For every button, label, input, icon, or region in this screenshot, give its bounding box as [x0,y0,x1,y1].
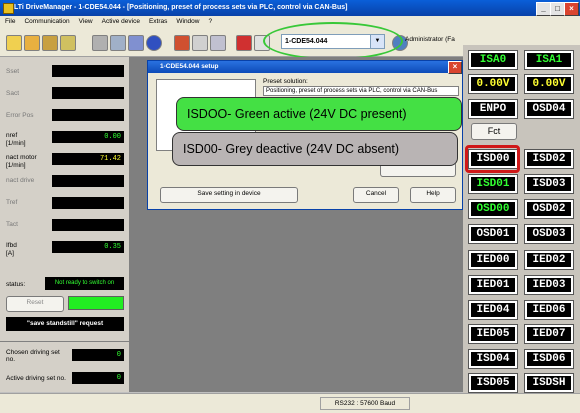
new-icon[interactable] [6,35,22,51]
nact-motor-unit: [1/min] [6,162,26,169]
io-ied01: IED01 [468,275,518,295]
minimize-button[interactable]: _ [536,2,551,16]
save-icon[interactable] [42,35,58,51]
drive-icon[interactable] [174,35,190,51]
io-isa0-voltage: 0.00V [468,74,518,94]
print-icon[interactable] [92,35,108,51]
preset-label: Preset solution: [263,78,308,85]
io-ied00: IED00 [468,250,518,270]
status-label: status: [6,281,26,288]
io-isd05: ISD05 [468,373,518,393]
error-pos-label: Error Pos [6,112,34,119]
window-title: LTi DriveManager - 1-CDE54.044 - [Positi… [14,4,348,11]
io-isdsh: ISDSH [524,373,574,393]
sact-value [52,87,124,99]
help-button[interactable]: Help [410,187,456,203]
scope-icon[interactable] [128,35,144,51]
close-button[interactable]: × [564,2,579,16]
ifbd-unit: [A] [6,250,14,257]
io-osd01: OSD01 [468,224,518,244]
cancel-button[interactable]: Cancel [353,187,399,203]
list-icon[interactable] [110,35,126,51]
io-osd00: OSD00 [468,199,518,219]
reset-button[interactable]: Reset [6,296,64,312]
open-icon[interactable] [24,35,40,51]
circle-icon[interactable] [146,35,162,51]
io-ied06: IED06 [524,300,574,320]
io-isd04: ISD04 [468,349,518,369]
nref-unit: [1/min] [6,140,26,147]
io-isa0: ISA0 [468,50,518,70]
io-isd02: ISD02 [524,149,574,169]
standstill-request: "save standstill" request [6,317,124,331]
io-osd03: OSD03 [524,224,574,244]
active-set-value: 0 [72,372,124,384]
tact-value [52,219,124,231]
menu-help[interactable]: ? [203,16,216,25]
connect-icon[interactable] [236,35,252,51]
ifbd-label: Ifbd [6,242,17,249]
menu-file[interactable]: File [0,16,19,25]
tref-label: Tref [6,199,18,206]
device-icon[interactable] [60,35,76,51]
tact-label: Tact [6,221,18,228]
io-osd04: OSD04 [524,99,574,119]
io-panel: ISA0 ISA1 0.00V 0.00V ENPO OSD04 Fct ISD… [463,45,580,393]
io-ied05: IED05 [468,324,518,344]
io-isa1-voltage: 0.00V [524,74,574,94]
io-osd02: OSD02 [524,199,574,219]
nact-drive-value [52,175,124,187]
menu-extras[interactable]: Extras [144,16,171,25]
sact-label: Sact [6,90,20,97]
status-value: Not ready to switch on [45,277,124,290]
chosen-set-value: 0 [72,349,124,361]
highlight-circle [263,22,403,60]
preset-value: Positioning, preset of process sets via … [263,86,459,96]
io-ied04: IED04 [468,300,518,320]
title-bar: LTi DriveManager - 1-CDE54.044 - [Positi… [0,0,580,16]
io-ied03: IED03 [524,275,574,295]
active-set-label: Active driving set no. [6,375,66,382]
nref-value: 0.00 [52,131,124,143]
maximize-button[interactable]: □ [550,2,565,16]
reset-indicator [68,296,124,310]
green-callout: ISDOO- Green active (24V DC present) [176,97,462,131]
dialog-close-button[interactable]: × [448,61,462,74]
error-pos-value [52,109,124,121]
menu-window[interactable]: Window [171,16,203,25]
user-label: Administrator (Fa [405,36,455,43]
tref-value [52,197,124,209]
menu-communication[interactable]: Communication [19,16,73,25]
baud-rate: RS232 : 57600 Baud [320,397,410,410]
status-bar: RS232 : 57600 Baud [0,393,580,413]
io-isa1: ISA1 [524,50,574,70]
axis-icon[interactable] [192,35,208,51]
isd00-highlight [465,145,520,173]
menu-active-device[interactable]: Active device [97,16,144,25]
io-isd03: ISD03 [524,174,574,194]
divider [0,341,130,342]
menu-view[interactable]: View [74,16,97,25]
tx-icon[interactable] [210,35,226,51]
nact-motor-value: 71.42 [52,153,124,165]
dialog-title: 1-CDE54.044 setup [148,61,462,73]
fct-button[interactable]: Fct [471,123,517,140]
io-isd06: ISD06 [524,349,574,369]
save-setting-button[interactable]: Save setting in device [160,187,298,203]
sset-value [52,65,124,77]
io-isd01: ISD01 [468,174,518,194]
sset-label: Sset [6,68,20,75]
left-panel: Sset Sact Error Pos nref [1/min] 0.00 na… [0,57,130,392]
nact-motor-label: nact motor [6,154,37,161]
nact-drive-label: nact drive [6,177,35,184]
nref-label: nref [6,132,18,139]
ifbd-value: 0.35 [52,241,124,253]
chosen-set-label: Chosen driving set no. [6,349,60,363]
grey-callout: ISD00- Grey deactive (24V DC absent) [172,132,458,166]
io-ied07: IED07 [524,324,574,344]
io-ied02: IED02 [524,250,574,270]
app-icon [3,3,14,14]
io-enpo: ENPO [468,99,518,119]
